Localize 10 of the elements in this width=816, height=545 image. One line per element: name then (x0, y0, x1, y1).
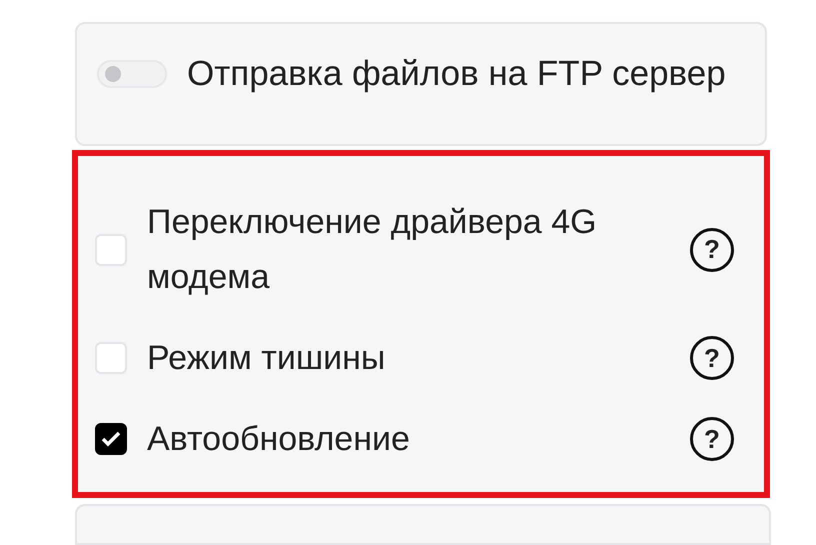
toggle-label: Отправка файлов на FTP сервер (187, 54, 726, 94)
help-icon[interactable]: ? (690, 228, 734, 272)
help-icon[interactable]: ? (690, 417, 734, 462)
checkbox[interactable] (95, 423, 127, 456)
help-icon[interactable]: ? (690, 336, 734, 380)
option-label: Переключение драйвера 4G модема (147, 202, 598, 298)
option-label: Автообновление (147, 418, 411, 460)
option-label: Режим тишины (147, 338, 386, 379)
toggle-switch[interactable] (97, 60, 167, 88)
check-icon (101, 431, 121, 448)
